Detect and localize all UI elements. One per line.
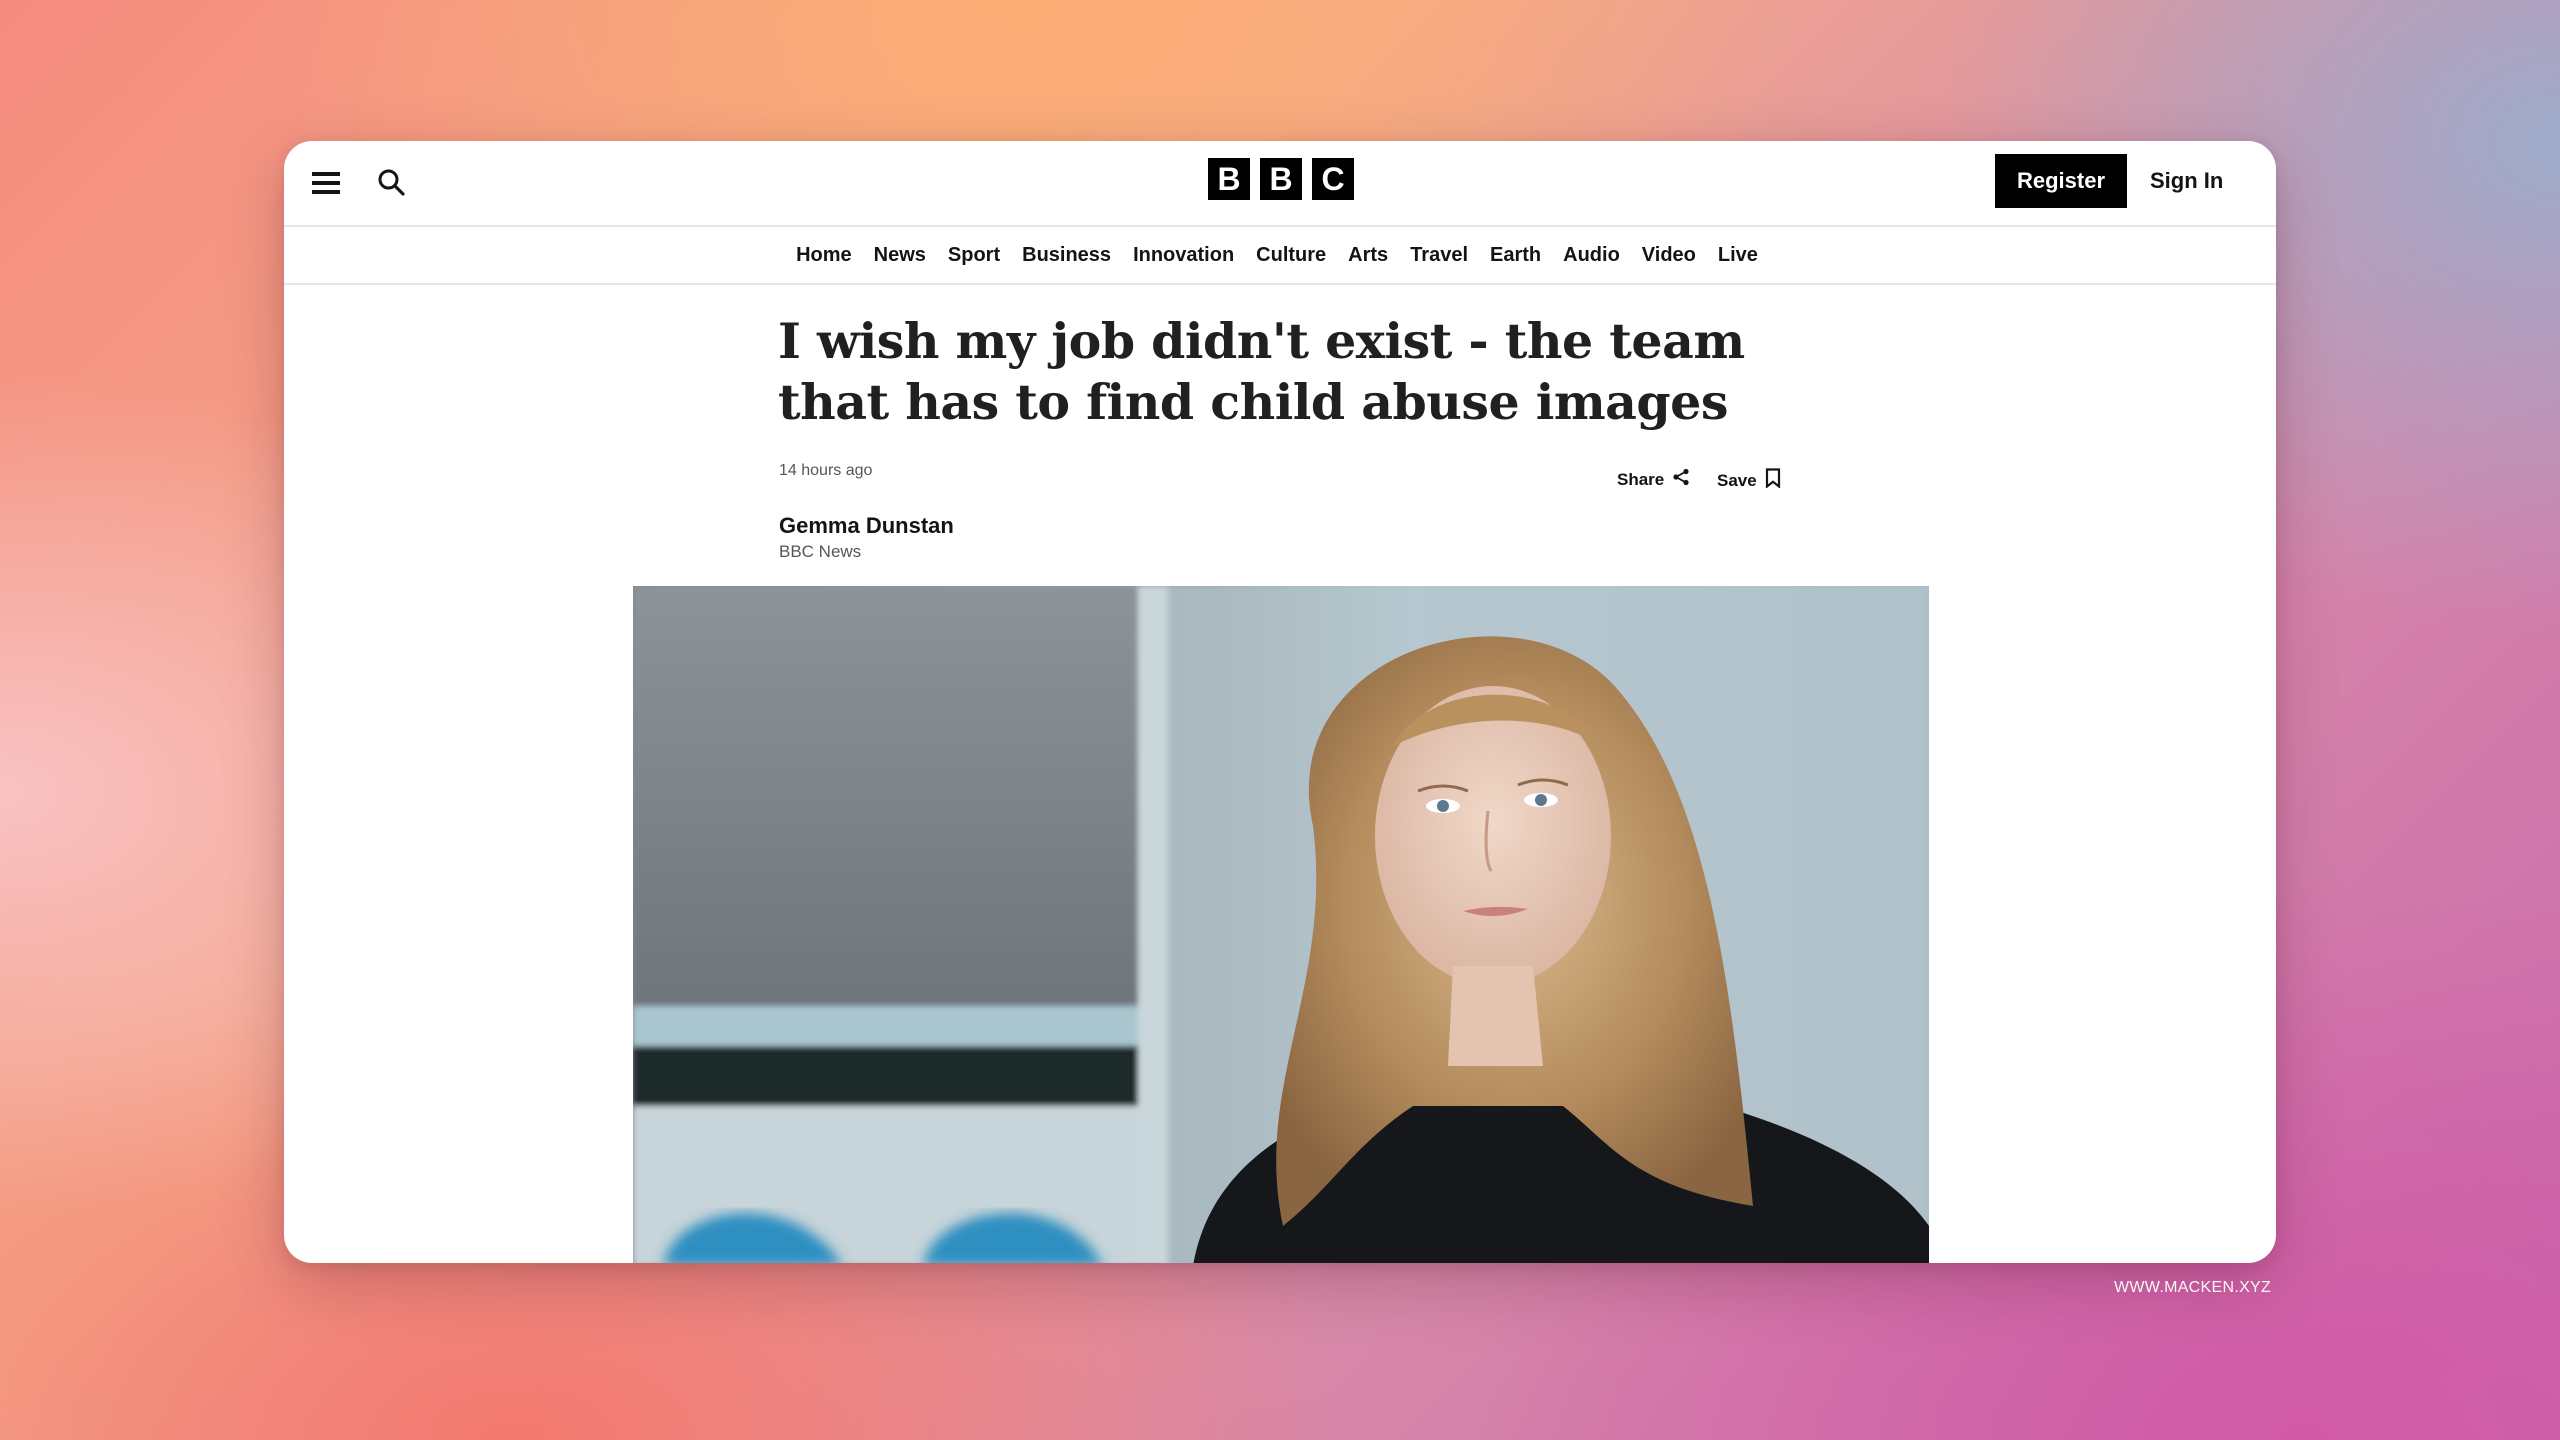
browser-window: B B C Register Sign In Home News Sport B… xyxy=(284,141,2276,1263)
share-icon xyxy=(1672,468,1690,491)
author-name[interactable]: Gemma Dunstan xyxy=(779,513,954,539)
nav-item-arts[interactable]: Arts xyxy=(1348,244,1388,267)
nav-item-travel[interactable]: Travel xyxy=(1410,244,1468,267)
masthead: B B C Register Sign In xyxy=(284,141,2276,227)
bbc-logo[interactable]: B B C xyxy=(1208,158,1354,200)
nav-item-video[interactable]: Video xyxy=(1642,244,1696,267)
article-headline: I wish my job didn't exist - the team th… xyxy=(778,312,1745,431)
bbc-logo-letter: C xyxy=(1312,158,1354,200)
nav-item-earth[interactable]: Earth xyxy=(1490,244,1541,267)
main-navigation: Home News Sport Business Innovation Cult… xyxy=(284,227,2276,285)
nav-item-live[interactable]: Live xyxy=(1718,244,1758,267)
register-button[interactable]: Register xyxy=(1995,154,2127,208)
bookmark-icon xyxy=(1765,468,1781,493)
bbc-logo-letter: B xyxy=(1208,158,1250,200)
nav-item-audio[interactable]: Audio xyxy=(1563,244,1620,267)
article-hero-photo xyxy=(633,586,1929,1263)
nav-item-sport[interactable]: Sport xyxy=(948,244,1000,267)
search-icon[interactable] xyxy=(372,163,410,201)
nav-item-culture[interactable]: Culture xyxy=(1256,244,1326,267)
nav-item-innovation[interactable]: Innovation xyxy=(1133,244,1234,267)
nav-list: Home News Sport Business Innovation Cult… xyxy=(796,244,1758,267)
nav-item-home[interactable]: Home xyxy=(796,244,852,267)
bbc-logo-letter: B xyxy=(1260,158,1302,200)
sign-in-button[interactable]: Sign In xyxy=(2150,154,2223,208)
save-label: Save xyxy=(1717,470,1757,490)
hamburger-menu-icon[interactable] xyxy=(308,165,344,201)
nav-item-business[interactable]: Business xyxy=(1022,244,1111,267)
watermark: WWW.MACKEN.XYZ xyxy=(2114,1279,2272,1296)
article-timestamp: 14 hours ago xyxy=(779,462,873,479)
share-label: Share xyxy=(1617,469,1665,489)
author-organisation: BBC News xyxy=(779,542,862,561)
save-button[interactable]: Save xyxy=(1717,468,1781,493)
nav-item-news[interactable]: News xyxy=(874,244,926,267)
share-button[interactable]: Share xyxy=(1617,468,1690,491)
